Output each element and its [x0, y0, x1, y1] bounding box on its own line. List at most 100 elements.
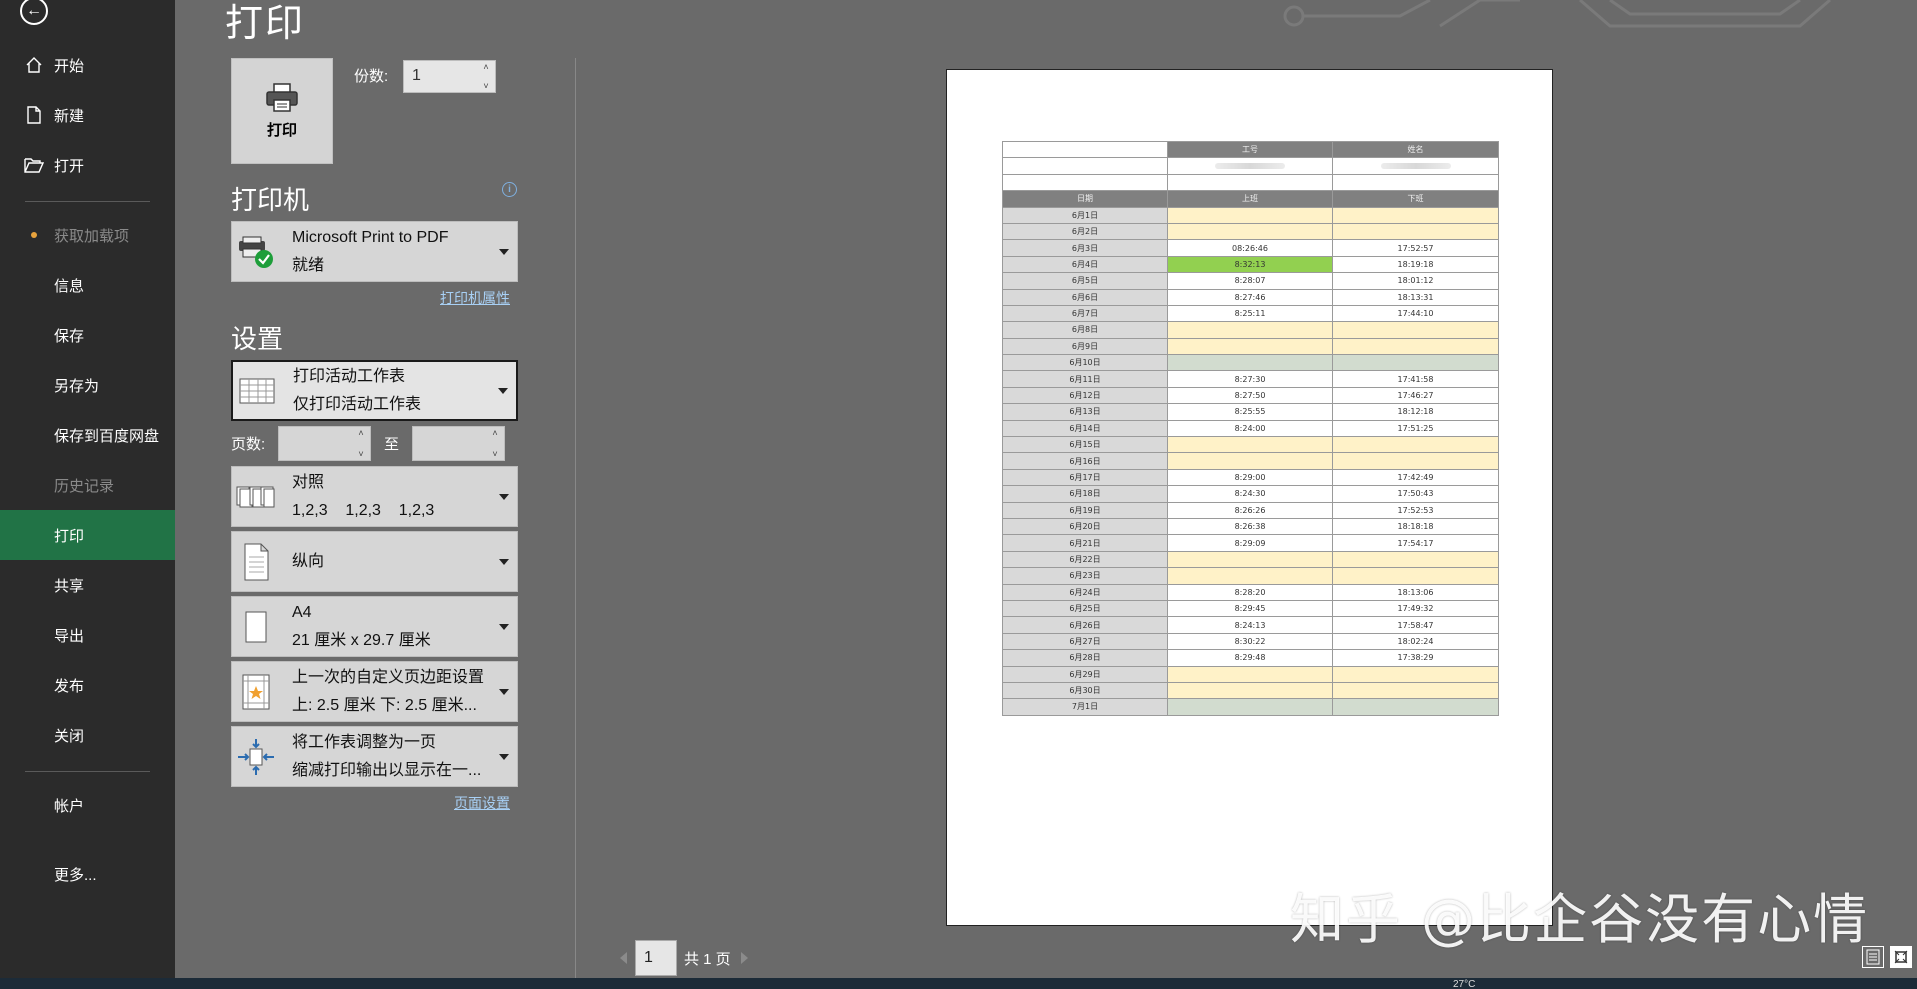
sidebar-item-label: 另存为	[54, 377, 100, 395]
settings-section-title: 设置	[231, 324, 284, 354]
clock-in-cell	[1167, 321, 1333, 339]
spin-down-icon[interactable]: ˅	[358, 449, 363, 459]
date-cell: 6月14日	[1002, 419, 1168, 438]
sidebar-item-history[interactable]: 历史记录	[0, 460, 175, 510]
os-taskbar	[0, 978, 1917, 989]
table-row: 6月9日	[1002, 337, 1499, 356]
copies-label: 份数:	[354, 68, 389, 85]
pages-from-input[interactable]: ˄ ˅	[278, 426, 371, 461]
pages-to-label: 至	[384, 436, 400, 453]
sidebar-item-addins[interactable]: 获取加载项	[0, 210, 175, 260]
table-row: 日期 上班 下班	[1002, 190, 1499, 208]
date-cell: 6月11日	[1002, 370, 1168, 388]
chevron-down-icon	[499, 558, 509, 565]
collate-pages-icon	[236, 477, 276, 517]
next-page-icon[interactable]	[740, 952, 748, 964]
paper-size-select[interactable]: A4 21 厘米 x 29.7 厘米	[231, 596, 518, 657]
clock-out-cell	[1332, 436, 1499, 454]
table-cell	[1002, 157, 1168, 175]
date-cell: 6月27日	[1002, 632, 1168, 651]
date-cell: 6月3日	[1002, 239, 1168, 257]
clock-in-cell: 08:26:46	[1167, 239, 1333, 257]
date-cell: 6月23日	[1002, 567, 1168, 585]
sidebar-item-close[interactable]: 关闭	[0, 710, 175, 760]
clock-in-cell	[1167, 206, 1333, 224]
date-cell: 6月22日	[1002, 550, 1168, 569]
sidebar-item-home[interactable]: 开始	[0, 40, 175, 90]
spin-down-icon[interactable]: ˅	[483, 81, 488, 91]
chevron-down-icon	[499, 688, 509, 695]
sidebar-item-label: 更多...	[54, 866, 97, 884]
scaling-select[interactable]: 将工作表调整为一页 缩减打印输出以显示在一...	[231, 726, 518, 787]
sidebar-item-print[interactable]: 打印	[0, 510, 175, 560]
date-cell: 6月30日	[1002, 681, 1168, 700]
clock-out-cell: 18:12:18	[1332, 403, 1499, 421]
sidebar-item-save-as[interactable]: 另存为	[0, 360, 175, 410]
table-row: 6月16日	[1002, 452, 1499, 470]
clock-in-cell	[1167, 452, 1333, 470]
employee-id-header: 工号	[1167, 140, 1333, 159]
sheet-grid-icon	[237, 371, 277, 411]
page-setup-link[interactable]: 页面设置	[454, 793, 510, 813]
date-cell: 6月28日	[1002, 649, 1168, 667]
copies-spinner[interactable]: ˄ ˅	[479, 62, 493, 91]
margins-select[interactable]: 上一次的自定义页边距设置 上: 2.5 厘米 下: 2.5 厘米...	[231, 661, 518, 722]
taskbar-temperature: 27°C	[1453, 979, 1476, 989]
page-title: 打印	[225, 3, 306, 45]
attendance-table: 工号 姓名 日期 上班 下班 6月1日 6月2日 6月3日 08:26:46 17:52…	[1002, 140, 1499, 716]
table-row: 6月11日 8:27:30 17:41:58	[1002, 370, 1499, 388]
current-page-input[interactable]: 1	[635, 940, 677, 976]
date-cell: 6月15日	[1002, 436, 1168, 454]
sidebar-item-label: 导出	[54, 627, 85, 645]
pages-to-spinner[interactable]: ˄ ˅	[488, 428, 502, 459]
sidebar-item-share[interactable]: 共享	[0, 560, 175, 610]
spin-up-icon[interactable]: ˄	[358, 428, 363, 438]
back-button[interactable]: ←	[18, 0, 50, 26]
spin-up-icon[interactable]: ˄	[492, 428, 497, 438]
spin-down-icon[interactable]: ˅	[492, 449, 497, 459]
sidebar-item-account[interactable]: 帐户	[0, 780, 175, 830]
clock-out-cell	[1332, 665, 1499, 683]
pages-from-spinner[interactable]: ˄ ˅	[354, 428, 368, 459]
collate-line1: 对照	[292, 473, 325, 491]
zoom-to-page-button[interactable]	[1890, 946, 1912, 968]
clock-out-header: 下班	[1332, 190, 1499, 208]
printer-properties-link[interactable]: 打印机属性	[440, 288, 510, 308]
new-document-icon	[24, 105, 44, 125]
sidebar-item-info[interactable]: 信息	[0, 260, 175, 310]
chevron-down-icon	[499, 248, 509, 255]
scaling-line2: 缩减打印输出以显示在一...	[292, 761, 482, 779]
print-button[interactable]: 打印	[231, 58, 333, 164]
clock-out-cell: 17:58:47	[1332, 616, 1499, 634]
sidebar-item-save-baidu[interactable]: 保存到百度网盘	[0, 410, 175, 460]
clock-in-cell: 8:29:09	[1167, 534, 1333, 552]
orientation-select[interactable]: 纵向	[231, 531, 518, 592]
date-cell: 6月19日	[1002, 501, 1168, 519]
table-cell	[1002, 140, 1168, 159]
name-value	[1332, 157, 1499, 175]
zoom-to-page-icon	[1894, 950, 1908, 964]
sidebar-item-label: 共享	[54, 577, 85, 595]
previous-page-icon[interactable]	[620, 952, 627, 964]
print-what-select[interactable]: 打印活动工作表 仅打印活动工作表	[231, 360, 518, 421]
backstage-sidebar: ← 开始 新建 打开 获取加载项 信息 保存 另存为 保存到百度网盘 历史记录	[0, 0, 175, 980]
collate-select[interactable]: 对照 1,2,3 1,2,3 1,2,3	[231, 466, 518, 527]
sidebar-item-export[interactable]: 导出	[0, 610, 175, 660]
sidebar-item-publish[interactable]: 发布	[0, 660, 175, 710]
sidebar-item-new[interactable]: 新建	[0, 90, 175, 140]
table-row: 6月12日 8:27:50 17:46:27	[1002, 386, 1499, 405]
clock-out-cell: 17:41:58	[1332, 370, 1499, 388]
sidebar-item-more[interactable]: 更多...	[0, 849, 175, 899]
copies-input[interactable]: 1 ˄ ˅	[403, 60, 496, 93]
clock-in-cell: 8:27:30	[1167, 370, 1333, 388]
clock-out-cell	[1332, 452, 1499, 470]
date-header: 日期	[1002, 190, 1168, 208]
printer-select[interactable]: Microsoft Print to PDF 就绪	[231, 221, 518, 282]
sidebar-item-label: 历史记录	[54, 477, 115, 495]
sidebar-item-save[interactable]: 保存	[0, 310, 175, 360]
clock-in-cell: 8:28:07	[1167, 272, 1333, 290]
pages-to-input[interactable]: ˄ ˅	[412, 426, 505, 461]
info-icon[interactable]: i	[502, 182, 517, 197]
spin-up-icon[interactable]: ˄	[483, 62, 488, 72]
sidebar-item-open[interactable]: 打开	[0, 140, 175, 190]
